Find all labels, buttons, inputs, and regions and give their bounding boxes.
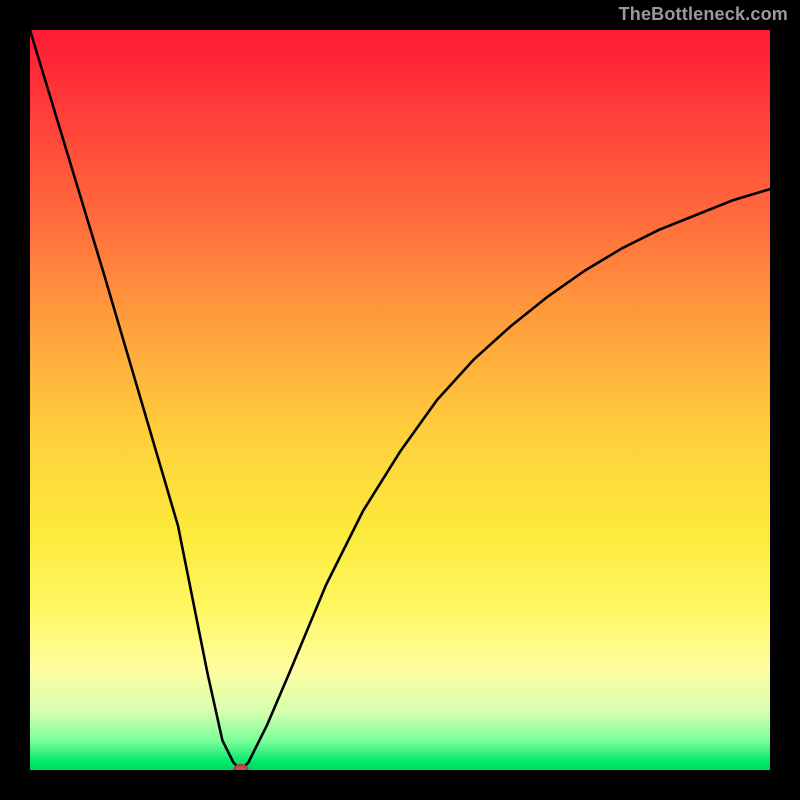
chart-frame: TheBottleneck.com xyxy=(0,0,800,800)
chart-svg xyxy=(30,30,770,770)
plot-area xyxy=(30,30,770,770)
watermark-text: TheBottleneck.com xyxy=(619,4,788,25)
minimum-marker xyxy=(234,765,247,770)
bottleneck-curve xyxy=(30,30,770,770)
